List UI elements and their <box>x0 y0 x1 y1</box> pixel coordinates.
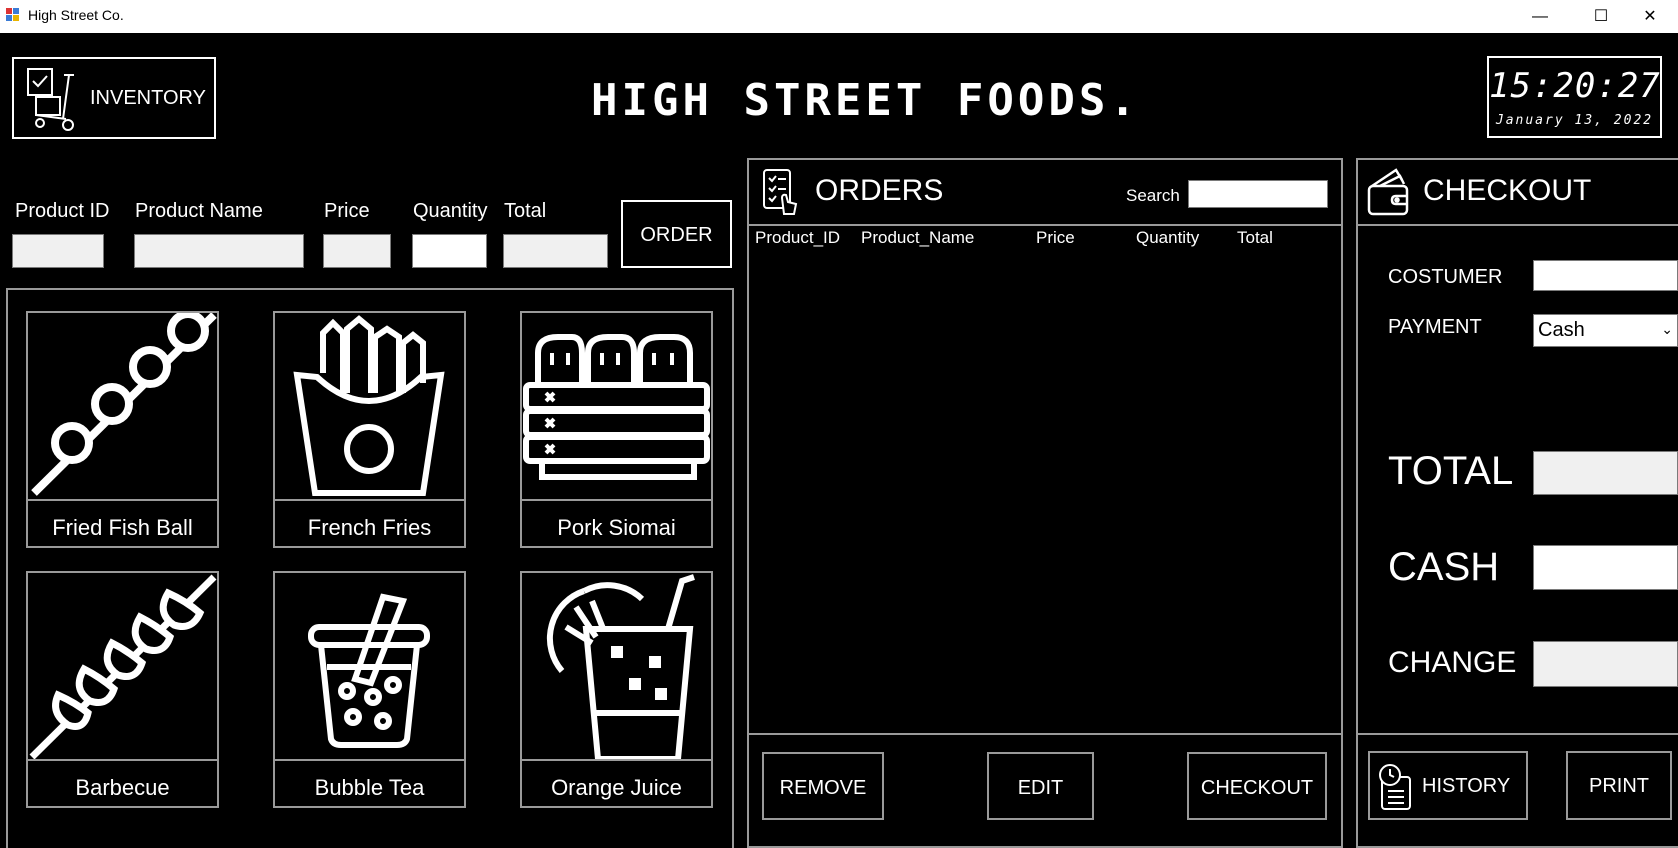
orders-table-body[interactable] <box>749 250 1341 730</box>
product-card-orange-juice[interactable]: Orange Juice <box>520 571 713 808</box>
barbecue-skewer-icon <box>29 574 217 759</box>
orders-footer-divider <box>749 733 1341 735</box>
total-label: Total <box>504 200 547 222</box>
product-name: French Fries <box>307 515 432 540</box>
order-button-label: ORDER <box>640 224 713 246</box>
cash-input[interactable] <box>1533 545 1678 590</box>
history-button-label: HISTORY <box>1422 775 1511 797</box>
column-header-product-name[interactable]: Product_Name <box>861 228 974 248</box>
price-label: Price <box>324 200 370 222</box>
clock-panel: 15:20:27 January 13, 2022 <box>1487 56 1662 138</box>
remove-button[interactable]: REMOVE <box>762 752 884 820</box>
product-id-label: Product ID <box>15 200 110 222</box>
quantity-label: Quantity <box>413 200 488 222</box>
column-header-quantity[interactable]: Quantity <box>1136 228 1199 248</box>
search-label: Search <box>1126 186 1180 205</box>
history-button[interactable]: HISTORY <box>1368 751 1528 820</box>
quantity-field[interactable] <box>412 234 487 268</box>
window-title: High Street Co. <box>28 7 124 23</box>
product-divider <box>522 499 711 501</box>
product-card-french-fries[interactable]: French Fries <box>273 311 466 548</box>
inventory-cart-icon <box>27 68 74 131</box>
change-field[interactable] <box>1533 641 1678 687</box>
product-card-barbecue[interactable]: Barbecue <box>26 571 219 808</box>
close-button[interactable]: ✕ <box>1622 0 1678 33</box>
price-field[interactable] <box>323 234 391 268</box>
checkout-header-divider <box>1358 224 1678 226</box>
product-divider <box>28 499 217 501</box>
app-icon <box>6 8 20 22</box>
product-name: Barbecue <box>75 775 170 800</box>
history-clipboard-icon <box>1379 764 1411 810</box>
product-name: Pork Siomai <box>557 515 676 540</box>
chevron-down-icon: ⌄ <box>1661 321 1673 337</box>
column-header-product-id[interactable]: Product_ID <box>755 228 840 248</box>
total-field[interactable] <box>503 234 608 268</box>
brand-title: HIGH STREET FOODS. <box>591 75 1140 126</box>
checkout-button-label: CHECKOUT <box>1200 777 1314 799</box>
product-name: Bubble Tea <box>314 775 425 800</box>
product-name-label: Product Name <box>135 200 263 222</box>
inventory-button[interactable]: INVENTORY <box>12 57 216 139</box>
fish-ball-skewer-icon <box>31 313 217 496</box>
product-name: Orange Juice <box>551 775 682 800</box>
checkout-title: CHECKOUT <box>1423 174 1592 207</box>
bubble-tea-icon <box>308 593 430 748</box>
column-header-price[interactable]: Price <box>1036 228 1075 248</box>
search-input[interactable] <box>1188 180 1328 208</box>
customer-label: COSTUMER <box>1388 266 1503 288</box>
orders-title: ORDERS <box>815 174 944 207</box>
column-header-total[interactable]: Total <box>1237 228 1273 248</box>
payment-selected-value: Cash <box>1538 319 1585 341</box>
orange-juice-icon <box>546 574 695 759</box>
product-divider <box>275 759 464 761</box>
change-label: CHANGE <box>1388 646 1517 679</box>
remove-button-label: REMOVE <box>779 777 867 799</box>
product-name-field[interactable] <box>134 234 304 268</box>
maximize-button[interactable]: ☐ <box>1573 0 1629 33</box>
french-fries-icon <box>293 315 445 496</box>
customer-input[interactable] <box>1533 260 1678 291</box>
print-button[interactable]: PRINT <box>1566 751 1672 820</box>
product-card-bubble-tea[interactable]: Bubble Tea <box>273 571 466 808</box>
orders-header-divider <box>749 224 1341 226</box>
checkout-button[interactable]: CHECKOUT <box>1187 752 1327 820</box>
print-button-label: PRINT <box>1589 775 1649 797</box>
window-title-bar: High Street Co. — ☐ ✕ <box>0 0 1678 33</box>
minimize-button[interactable]: — <box>1512 0 1568 33</box>
edit-button-label: EDIT <box>1017 777 1064 799</box>
inventory-label: INVENTORY <box>90 87 206 109</box>
total-amount-label: TOTAL <box>1388 449 1514 493</box>
product-divider <box>275 499 464 501</box>
product-divider <box>522 759 711 761</box>
order-button[interactable]: ORDER <box>621 200 732 268</box>
total-amount-field[interactable] <box>1533 451 1678 495</box>
checkout-footer-divider <box>1358 733 1678 735</box>
product-divider <box>28 759 217 761</box>
payment-label: PAYMENT <box>1388 316 1482 338</box>
clock-time: 15:20:27 <box>1489 66 1661 106</box>
clock-date: January 13, 2022 <box>1495 113 1654 128</box>
product-card-pork-siomai[interactable]: Pork Siomai <box>520 311 713 548</box>
wallet-icon <box>1367 168 1409 216</box>
product-card-fried-fish-ball[interactable]: Fried Fish Ball <box>26 311 219 548</box>
payment-select[interactable]: Cash ⌄ <box>1533 314 1678 347</box>
edit-button[interactable]: EDIT <box>987 752 1094 820</box>
product-name: Fried Fish Ball <box>52 515 193 540</box>
product-id-field[interactable] <box>12 234 104 268</box>
siomai-icon <box>523 334 710 480</box>
order-list-icon <box>763 169 798 215</box>
cash-label: CASH <box>1388 545 1500 589</box>
